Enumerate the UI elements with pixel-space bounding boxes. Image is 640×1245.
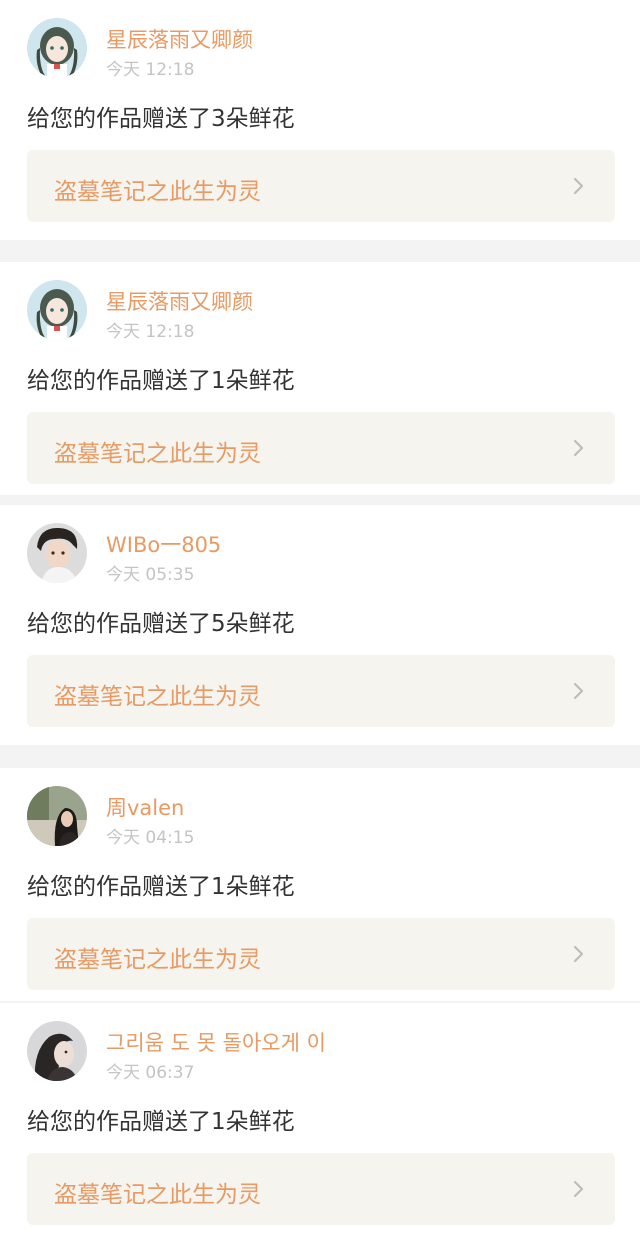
work-link-card[interactable]: 盗墓笔记之此生为灵 — [27, 918, 615, 990]
gift-message: 给您的作品赠送了1朵鲜花 — [27, 368, 295, 394]
chevron-right-icon — [567, 1178, 589, 1200]
work-title: 盗墓笔记之此生为灵 — [54, 441, 261, 467]
work-title: 盗墓笔记之此生为灵 — [54, 179, 261, 205]
gift-message: 给您的作品赠送了5朵鲜花 — [27, 611, 295, 637]
work-link-card[interactable]: 盗墓笔记之此生为灵 — [27, 412, 615, 484]
notification-card: 周valen 今天 04:15 给您的作品赠送了1朵鲜花 盗墓笔记之此生为灵 — [0, 768, 640, 1001]
work-link-card[interactable]: 盗墓笔记之此生为灵 — [27, 150, 615, 222]
chevron-right-icon — [567, 680, 589, 702]
user-avatar[interactable] — [27, 18, 87, 78]
notification-feed: 星辰落雨又卿颜 今天 12:18 给您的作品赠送了3朵鲜花 盗墓笔记之此生为灵 — [0, 0, 640, 1245]
timestamp: 今天 12:18 — [106, 60, 195, 80]
gift-message: 给您的作品赠送了3朵鲜花 — [27, 106, 295, 132]
gift-message: 给您的作品赠送了1朵鲜花 — [27, 874, 295, 900]
timestamp: 今天 04:15 — [106, 828, 195, 848]
chevron-right-icon — [567, 437, 589, 459]
notification-card: 星辰落雨又卿颜 今天 12:18 给您的作品赠送了1朵鲜花 盗墓笔记之此生为灵 — [0, 262, 640, 495]
work-link-card[interactable]: 盗墓笔记之此生为灵 — [27, 655, 615, 727]
chevron-right-icon — [567, 943, 589, 965]
timestamp: 今天 06:37 — [106, 1063, 195, 1083]
username[interactable]: 그리움 도 못 돌아오게 이 — [106, 1027, 326, 1057]
work-title: 盗墓笔记之此生为灵 — [54, 947, 261, 973]
user-avatar[interactable] — [27, 1021, 87, 1081]
timestamp: 今天 12:18 — [106, 322, 195, 342]
user-avatar[interactable] — [27, 280, 87, 340]
user-avatar[interactable] — [27, 523, 87, 583]
username[interactable]: 星辰落雨又卿颜 — [106, 286, 253, 316]
username[interactable]: WIBo一805 — [106, 529, 221, 559]
user-avatar[interactable] — [27, 786, 87, 846]
work-link-card[interactable]: 盗墓笔记之此生为灵 — [27, 1153, 615, 1225]
username[interactable]: 周valen — [106, 792, 184, 822]
timestamp: 今天 05:35 — [106, 565, 195, 585]
work-title: 盗墓笔记之此生为灵 — [54, 684, 261, 710]
gift-message: 给您的作品赠送了1朵鲜花 — [27, 1109, 295, 1135]
notification-card: 星辰落雨又卿颜 今天 12:18 给您的作品赠送了3朵鲜花 盗墓笔记之此生为灵 — [0, 0, 640, 240]
work-title: 盗墓笔记之此生为灵 — [54, 1182, 261, 1208]
chevron-right-icon — [567, 175, 589, 197]
notification-card: WIBo一805 今天 05:35 给您的作品赠送了5朵鲜花 盗墓笔记之此生为灵 — [0, 505, 640, 745]
username[interactable]: 星辰落雨又卿颜 — [106, 24, 253, 54]
notification-card: 그리움 도 못 돌아오게 이 今天 06:37 给您的作品赠送了1朵鲜花 盗墓笔… — [0, 1003, 640, 1245]
